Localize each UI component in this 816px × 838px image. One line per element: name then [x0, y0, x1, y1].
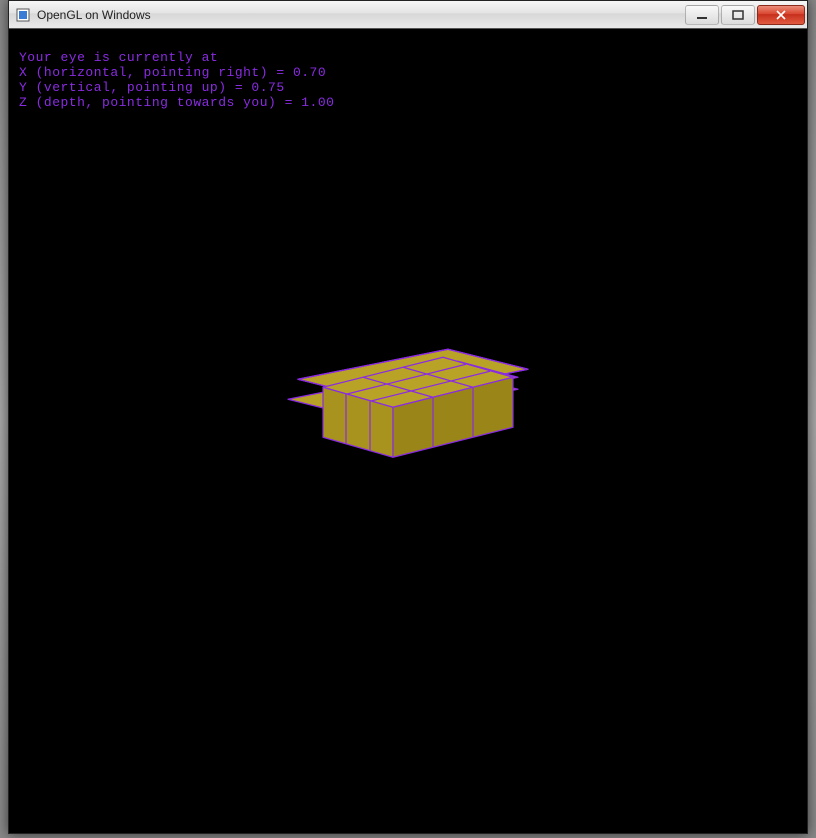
cube-grid-scene: [278, 329, 538, 514]
opengl-viewport[interactable]: Your eye is currently at X (horizontal, …: [9, 29, 807, 833]
close-icon: [775, 10, 787, 20]
window-title: OpenGL on Windows: [37, 8, 683, 22]
close-button[interactable]: [757, 5, 805, 25]
maximize-icon: [732, 10, 744, 20]
eye-position-overlay: Your eye is currently at X (horizontal, …: [19, 35, 334, 110]
app-icon: [15, 7, 31, 23]
minimize-button[interactable]: [685, 5, 719, 25]
overlay-line: Z (depth, pointing towards you) = 1.00: [19, 95, 334, 110]
overlay-line: Your eye is currently at: [19, 50, 218, 65]
cube-grid-svg: [278, 329, 538, 509]
window-controls: [683, 5, 805, 25]
overlay-line: Y (vertical, pointing up) = 0.75: [19, 80, 285, 95]
minimize-icon: [696, 10, 708, 20]
maximize-button[interactable]: [721, 5, 755, 25]
app-window: OpenGL on Windows Your eye is currentl: [8, 0, 808, 834]
titlebar[interactable]: OpenGL on Windows: [9, 1, 807, 29]
overlay-line: X (horizontal, pointing right) = 0.70: [19, 65, 326, 80]
